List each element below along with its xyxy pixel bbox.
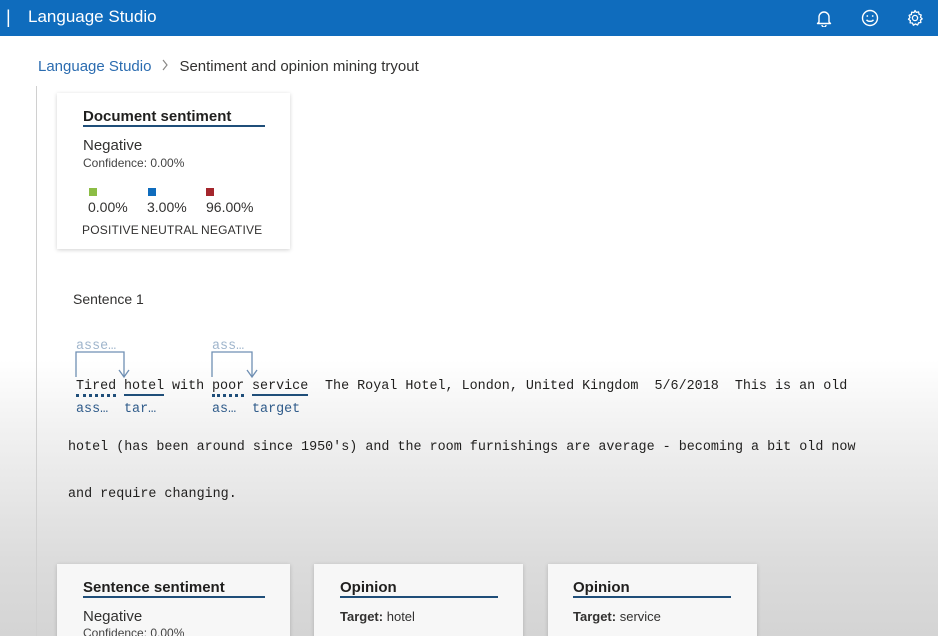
sentence-sentiment-title: Sentence sentiment [83,579,225,596]
assessment-underline [212,394,244,397]
assessment-label-bottom[interactable]: as… [212,402,236,417]
opinion-target-value: hotel [386,609,415,624]
sentence-sentiment-label: Negative [83,608,143,625]
word-service[interactable]: service [252,379,308,394]
sentence-text-line2: hotel (has been around since 1950's) and… [68,440,856,455]
word-poor[interactable]: poor [212,379,244,394]
sentence-sentiment-card: Sentence sentiment Negative Confidence: … [57,564,290,636]
target-underline [252,394,308,396]
opinion-title: Opinion [573,579,630,596]
sentence-confidence: Confidence: 0.00% [83,626,185,636]
opinion-card: Opinion Target: hotel [314,564,523,636]
target-underline [124,394,164,396]
target-label-bottom[interactable]: target [252,402,300,417]
relation-arrows [75,351,258,379]
title-underline [573,596,731,598]
word-tired[interactable]: Tired [76,379,116,394]
sentence-text-line3: and require changing. [68,487,237,502]
opinion-title: Opinion [340,579,397,596]
word-with: with [172,379,205,394]
assessment-underline [76,394,116,397]
sentence-text-line1: The Royal Hotel, London, United Kingdom … [325,379,848,394]
opinion-target: Target: service [573,609,661,624]
title-underline [340,596,498,598]
title-underline [83,596,265,598]
assessment-label-bottom[interactable]: ass… [76,402,108,417]
opinion-target: Target: hotel [340,609,415,624]
opinion-target-value: service [619,609,661,624]
opinion-card: Opinion Target: service [548,564,757,636]
target-label-bottom[interactable]: tar… [124,402,156,417]
opinion-target-label: Target: [573,609,617,624]
word-hotel[interactable]: hotel [124,379,164,394]
opinion-target-label: Target: [340,609,384,624]
